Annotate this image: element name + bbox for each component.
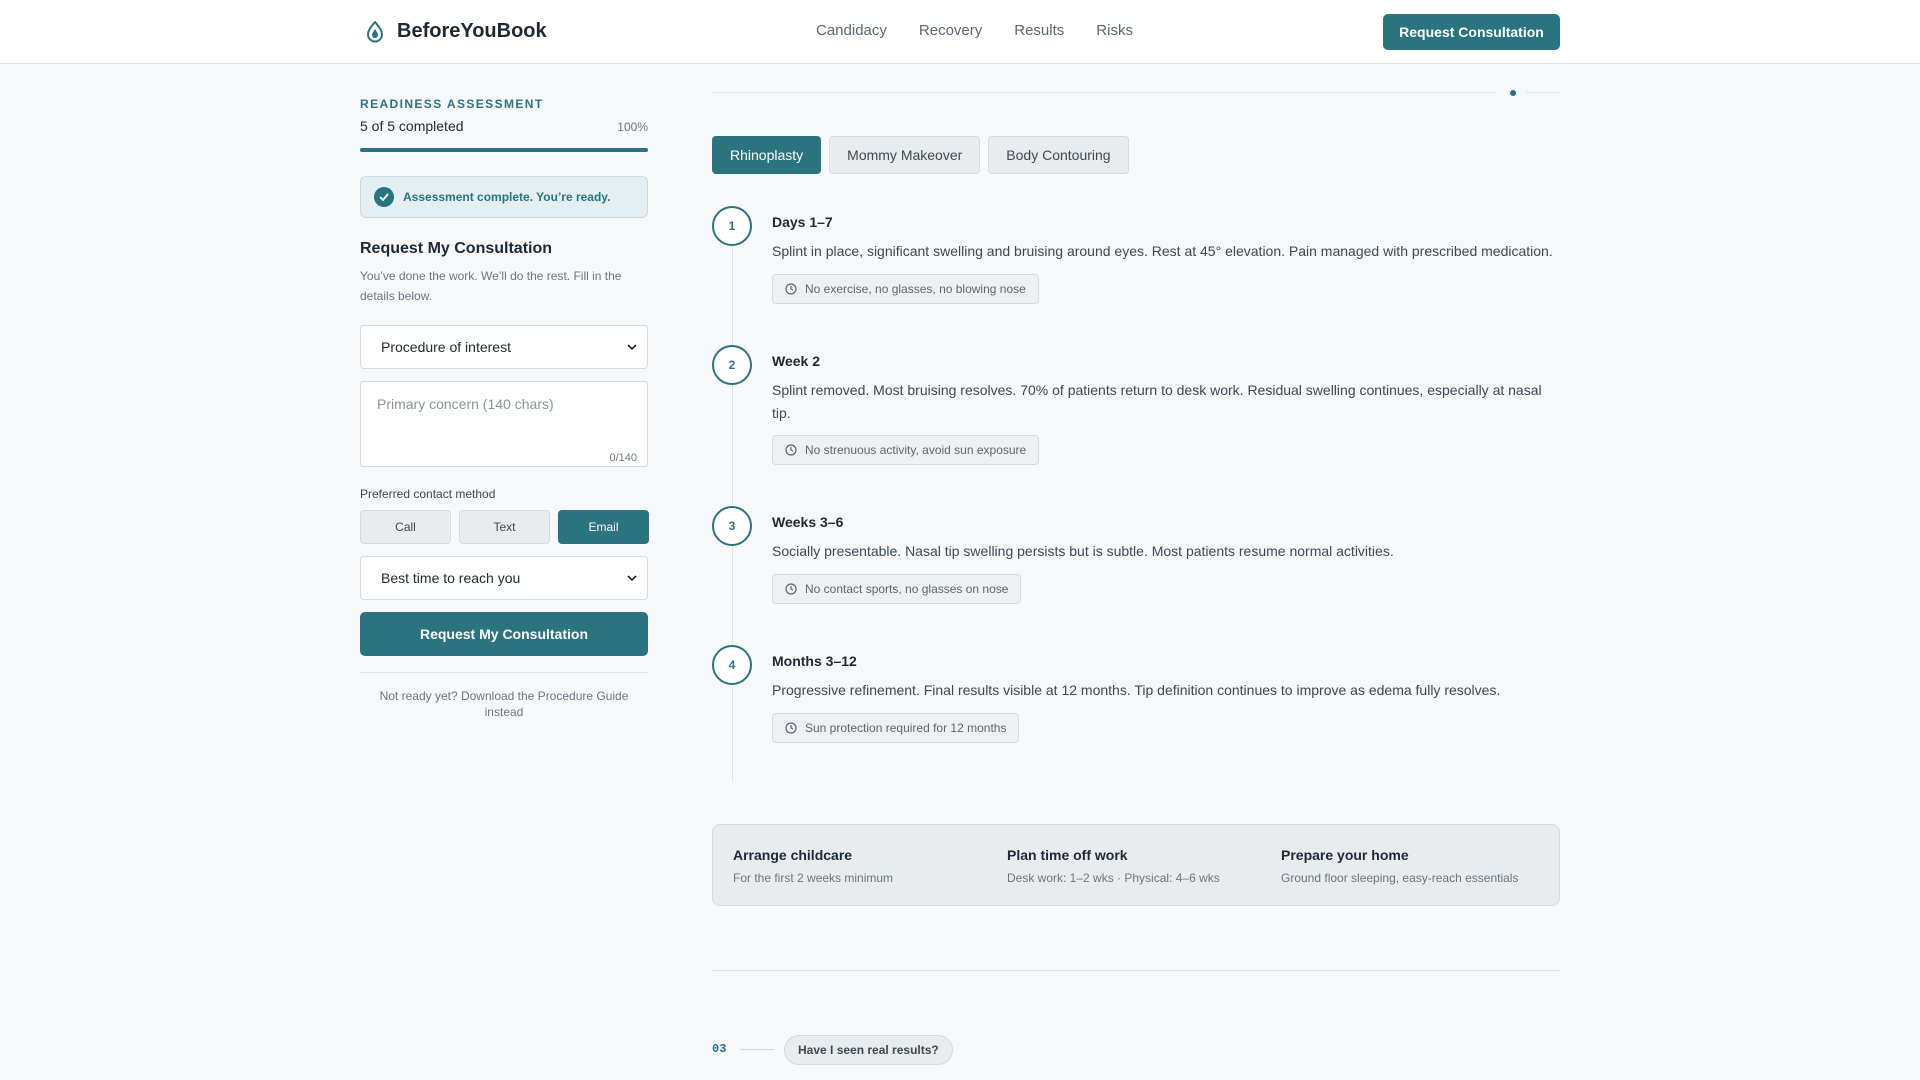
nav-results[interactable]: Results [1014, 22, 1064, 39]
step-restriction-tag: No contact sports, no glasses on nose [772, 574, 1022, 604]
procedure-guide-link[interactable]: Not ready yet? Download the Procedure Gu… [374, 688, 634, 720]
restriction-text: No strenuous activity, avoid sun exposur… [805, 443, 1027, 457]
char-count: 0/140 [609, 452, 637, 464]
timeline-rail [732, 226, 733, 782]
assessment-status: Assessment complete. You’re ready. [360, 176, 648, 218]
section-number: 03 [712, 1042, 727, 1056]
step-description: Socially presentable. Nasal tip swelling… [772, 543, 1394, 559]
check-icon [374, 187, 394, 207]
form-title: Request My Consultation [360, 240, 553, 257]
section-divider [712, 92, 1495, 93]
step-number: 3 [712, 506, 752, 546]
progress-percent: 100% [617, 120, 648, 134]
contact-call-button[interactable]: Call [360, 510, 451, 544]
concern-textarea[interactable]: Primary concern (140 chars) 0/140 [360, 381, 648, 467]
submit-consultation-button[interactable]: Request My Consultation [360, 612, 648, 656]
clock-icon [785, 283, 797, 295]
restriction-text: No exercise, no glasses, no blowing nose [805, 282, 1026, 296]
procedure-select[interactable]: Procedure of interest [360, 325, 648, 369]
procedure-select-value: Procedure of interest [381, 339, 511, 355]
step-number: 2 [712, 345, 752, 385]
progress-fill [360, 148, 648, 152]
tab-body-contouring[interactable]: Body Contouring [988, 136, 1129, 174]
progress-count: 5 of 5 completed [360, 118, 464, 134]
step-restriction-tag: Sun protection required for 12 months [772, 713, 1020, 743]
step-description: Splint removed. Most bruising resolves. … [772, 382, 1542, 421]
prep-item-childcare: Arrange childcare For the first 2 weeks … [733, 847, 993, 885]
concern-placeholder: Primary concern (140 chars) [377, 396, 554, 412]
contact-method-label: Preferred contact method [360, 487, 496, 501]
section-divider [712, 970, 1560, 971]
chevron-down-icon [627, 344, 637, 350]
brand[interactable]: BeforeYouBook [365, 20, 547, 43]
step-description: Progressive refinement. Final results vi… [772, 682, 1501, 698]
brand-name: BeforeYouBook [397, 20, 547, 42]
section-dash [740, 1049, 774, 1050]
tab-mommy-makeover[interactable]: Mommy Makeover [829, 136, 981, 174]
brand-drop-icon [366, 20, 384, 42]
step-title: Week 2 [772, 353, 820, 369]
progress-bar [360, 148, 648, 152]
clock-icon [785, 444, 797, 456]
procedure-tabs: Rhinoplasty Mommy Makeover Body Contouri… [712, 136, 1129, 174]
prep-subtitle: Ground floor sleeping, easy-reach essent… [1281, 871, 1519, 885]
section-divider [1526, 92, 1560, 93]
step-number: 1 [712, 206, 752, 246]
prep-subtitle: Desk work: 1–2 wks · Physical: 4–6 wks [1007, 871, 1220, 885]
request-consultation-button[interactable]: Request Consultation [1383, 14, 1560, 50]
section-question-pill[interactable]: Have I seen real results? [784, 1035, 953, 1065]
restriction-text: No contact sports, no glasses on nose [805, 582, 1009, 596]
step-title: Days 1–7 [772, 214, 833, 230]
contact-method-group: Call Text Email [360, 510, 649, 544]
progress-row: 5 of 5 completed 100% [360, 118, 648, 134]
prep-title: Arrange childcare [733, 847, 853, 863]
prep-item-home: Prepare your home Ground floor sleeping,… [1281, 847, 1541, 885]
prep-item-time-off: Plan time off work Desk work: 1–2 wks · … [1007, 847, 1267, 885]
main-nav: Candidacy Recovery Results Risks [816, 22, 1133, 39]
contact-email-button[interactable]: Email [558, 510, 649, 544]
assessment-eyebrow: READINESS ASSESSMENT [360, 97, 544, 111]
best-time-select[interactable]: Best time to reach you [360, 556, 648, 600]
chevron-down-icon [627, 575, 637, 581]
preparation-card: Arrange childcare For the first 2 weeks … [712, 824, 1560, 906]
contact-text-button[interactable]: Text [459, 510, 550, 544]
step-description: Splint in place, significant swelling an… [772, 243, 1553, 259]
divider [360, 672, 648, 673]
restriction-text: Sun protection required for 12 months [805, 721, 1007, 735]
step-restriction-tag: No strenuous activity, avoid sun exposur… [772, 435, 1040, 465]
step-title: Months 3–12 [772, 653, 857, 669]
prep-title: Plan time off work [1007, 847, 1128, 863]
step-title: Weeks 3–6 [772, 514, 844, 530]
status-text: Assessment complete. You’re ready. [403, 190, 611, 204]
top-header: BeforeYouBook Candidacy Recovery Results… [0, 0, 1920, 64]
prep-title: Prepare your home [1281, 847, 1409, 863]
nav-candidacy[interactable]: Candidacy [816, 22, 887, 39]
section-marker-dot [1510, 90, 1516, 96]
clock-icon [785, 722, 797, 734]
prep-subtitle: For the first 2 weeks minimum [733, 871, 894, 885]
step-number: 4 [712, 645, 752, 685]
nav-recovery[interactable]: Recovery [919, 22, 982, 39]
tab-rhinoplasty[interactable]: Rhinoplasty [712, 136, 822, 174]
nav-risks[interactable]: Risks [1096, 22, 1133, 39]
step-restriction-tag: No exercise, no glasses, no blowing nose [772, 274, 1039, 304]
best-time-select-value: Best time to reach you [381, 570, 521, 586]
form-subtitle: You’ve done the work. We’ll do the rest.… [360, 269, 622, 303]
clock-icon [785, 583, 797, 595]
